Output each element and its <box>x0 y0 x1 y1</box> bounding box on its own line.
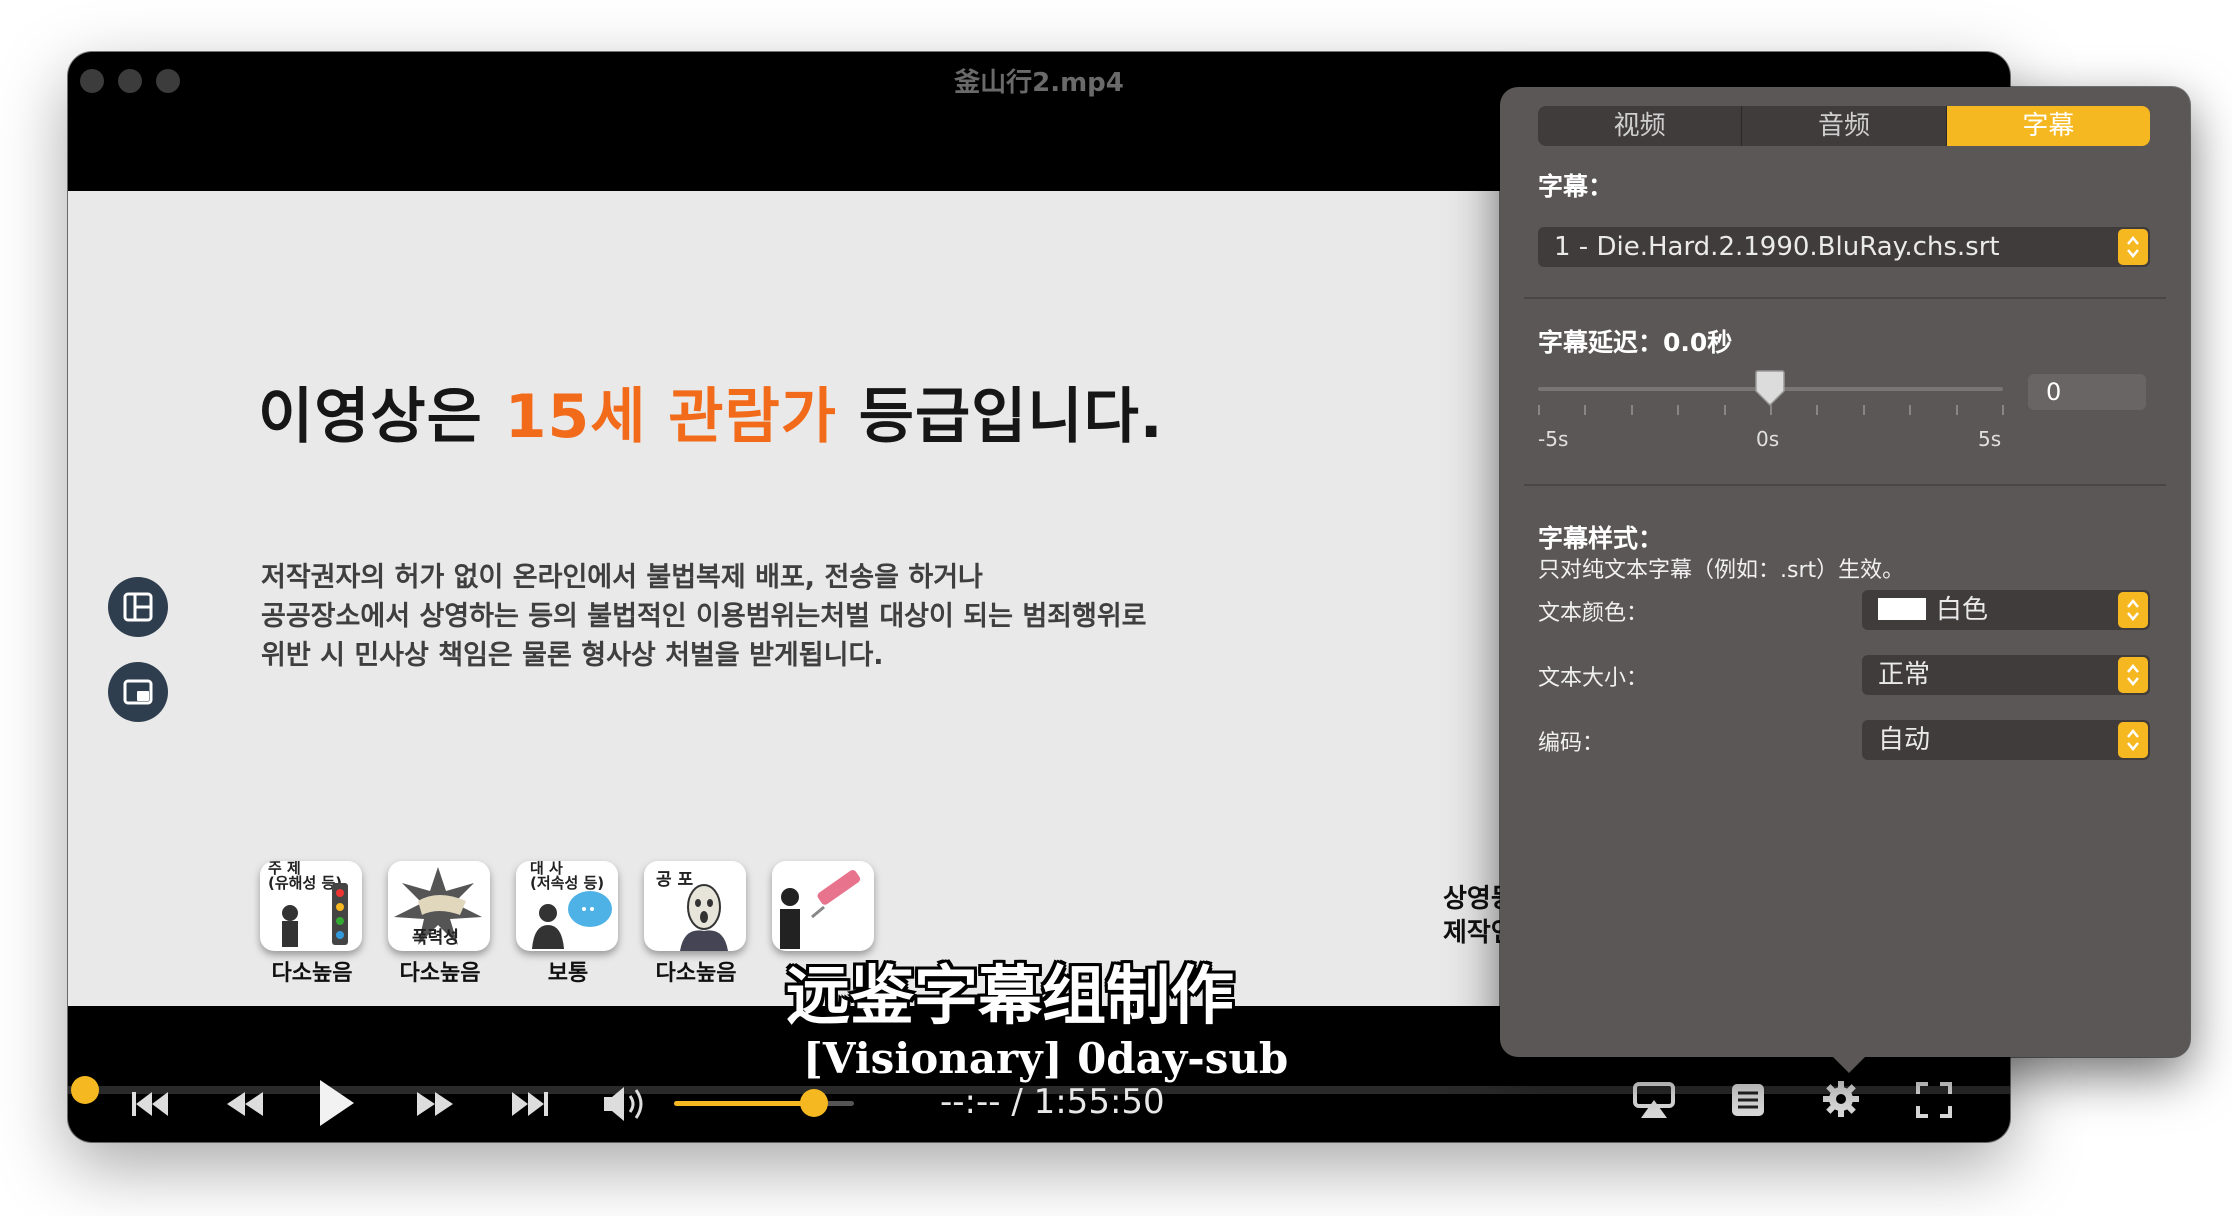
content-category: 공 포 다소높음 <box>644 861 748 987</box>
settings-popover: 视频 音频 字幕 字幕： 1 - Die.Hard.2.1990.BluRay.… <box>1500 87 2190 1057</box>
subtitle-line: [Visionary] 0day-sub <box>803 1034 1289 1083</box>
encoding-select[interactable]: 自动 <box>1862 720 2150 760</box>
subtitle-delay-label: 字幕延迟：0.0秒 <box>1538 328 1733 357</box>
subtitle-line: 远鉴字幕组制作 <box>786 959 1234 1034</box>
headline-suffix: 등급입니다. <box>836 382 1164 452</box>
encoding-value: 自动 <box>1878 725 1931 755</box>
text-color-label: 文本颜色： <box>1538 601 1649 626</box>
slider-tick <box>1816 405 1818 415</box>
subtitle-delay-field[interactable]: 0 <box>2028 374 2146 410</box>
content-category: 주 제 (유해성 등) 다소높음 <box>260 861 364 987</box>
copyright-notice: 저작권자의 허가 없이 온라인에서 불법복제 배포, 전송을 하거나 공공장소에… <box>261 558 1147 675</box>
layout-icon <box>123 592 153 622</box>
theme-category-icon: 주 제 (유해성 등) <box>260 861 362 951</box>
slider-tick <box>1584 405 1586 415</box>
divider <box>1524 484 2166 486</box>
category-level: 다소높음 <box>399 961 481 986</box>
notice-line: 공공장소에서 상영하는 등의 불법적인 이용범위는처벌 대상이 되는 범죄행위로 <box>261 601 1147 632</box>
layout-toggle-button[interactable] <box>108 577 168 637</box>
slider-tick <box>1677 405 1679 415</box>
fast-forward-icon[interactable] <box>413 1084 457 1124</box>
settings-tabs: 视频 音频 字幕 <box>1538 106 2150 146</box>
volume-icon[interactable] <box>600 1082 650 1126</box>
violence-category-icon: 폭력성 <box>388 861 490 951</box>
fear-category-icon: 공 포 <box>644 861 746 951</box>
skip-back-icon[interactable] <box>128 1084 172 1124</box>
subtitle-delay-thumb[interactable] <box>1753 369 1787 409</box>
subtitle-track-value: 1 - Die.Hard.2.1990.BluRay.chs.srt <box>1554 232 2000 262</box>
slider-tick <box>1631 405 1633 415</box>
slider-mid-label: 0s <box>1756 427 1780 451</box>
tab-video[interactable]: 视频 <box>1538 106 1743 146</box>
pip-icon <box>123 679 153 705</box>
category-inner-label: 폭력성 <box>412 928 459 948</box>
subtitle-style-title: 字幕样式： <box>1538 524 1664 553</box>
popover-arrow <box>1831 1055 1867 1073</box>
volume-slider[interactable] <box>674 1089 854 1117</box>
slider-tick <box>1538 405 1540 415</box>
slider-tick <box>1863 405 1865 415</box>
encoding-label: 编码： <box>1538 731 1605 756</box>
rewind-icon[interactable] <box>223 1084 267 1124</box>
text-color-select[interactable]: 白色 <box>1862 590 2150 630</box>
text-size-value: 正常 <box>1878 660 1931 690</box>
tab-audio[interactable]: 音频 <box>1742 106 1947 146</box>
text-size-select[interactable]: 正常 <box>1862 655 2150 695</box>
chevron-updown-icon <box>2118 592 2148 628</box>
airplay-icon[interactable] <box>1631 1078 1677 1122</box>
tab-subtitles[interactable]: 字幕 <box>1946 106 2150 146</box>
slider-tick <box>1909 405 1911 415</box>
volume-fill <box>674 1101 815 1106</box>
playlist-icon[interactable] <box>1728 1080 1768 1120</box>
slider-min-label: -5s <box>1538 427 1569 451</box>
subtitle-track-select[interactable]: 1 - Die.Hard.2.1990.BluRay.chs.srt <box>1538 227 2150 267</box>
volume-knob[interactable] <box>800 1089 829 1117</box>
category-level: 다소높음 <box>271 961 353 986</box>
fullscreen-icon[interactable] <box>1914 1080 1954 1120</box>
chevron-updown-icon <box>2118 229 2148 265</box>
play-icon[interactable] <box>314 1076 358 1130</box>
slider-tick <box>2002 405 2004 415</box>
chevron-updown-icon <box>2118 722 2148 758</box>
chevron-updown-icon <box>2118 657 2148 693</box>
dialogue-category-icon: 대 사 (저속성 등) <box>516 861 618 951</box>
headline-highlight: 15세 관람가 <box>504 382 837 452</box>
rating-headline: 이영상은 15세 관람가 등급입니다. <box>258 368 1164 455</box>
text-size-label: 文本大小： <box>1538 666 1649 691</box>
category-level: 보통 <box>547 961 589 986</box>
slider-tick <box>1770 405 1772 415</box>
time-display: --:-- / 1:55:50 <box>940 1082 1165 1122</box>
skip-forward-icon[interactable] <box>508 1084 552 1124</box>
content-category <box>772 861 876 955</box>
content-category: 대 사 (저속성 등) 보통 <box>516 861 620 987</box>
content-category: 폭력성 다소높음 <box>388 861 492 987</box>
drug-category-icon <box>772 861 874 951</box>
gear-icon[interactable] <box>1820 1078 1862 1120</box>
subtitle-track-label: 字幕： <box>1538 172 1614 201</box>
picture-in-picture-button[interactable] <box>108 662 168 722</box>
slider-tick <box>1956 405 1958 415</box>
seek-knob[interactable] <box>71 1076 99 1104</box>
headline-prefix: 이영상은 <box>258 382 505 452</box>
color-swatch <box>1878 597 1926 620</box>
subtitle-style-note: 只对纯文本字幕（例如：.srt）生效。 <box>1538 558 1905 583</box>
slider-tick <box>1724 405 1726 415</box>
notice-line: 저작권자의 허가 없이 온라인에서 불법복제 배포, 전송을 하거나 <box>261 562 983 593</box>
divider <box>1524 297 2166 299</box>
category-level: 다소높음 <box>655 961 737 986</box>
slider-max-label: 5s <box>1978 427 2002 451</box>
notice-line: 위반 시 민사상 책임은 물론 형사상 처벌을 받게됩니다. <box>261 640 884 671</box>
text-color-value: 白色 <box>1936 595 1989 625</box>
